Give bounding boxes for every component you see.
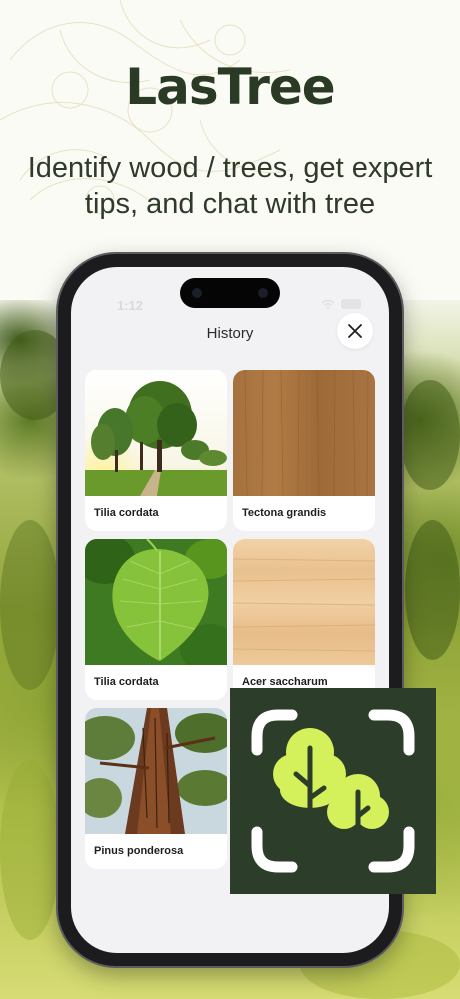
history-card-label: Acer saccharum [242,676,328,688]
foliage-shade [0,520,60,690]
app-logo-icon [230,688,436,894]
history-card[interactable]: Tilia cordata [85,539,227,700]
foliage-shade [400,380,460,490]
history-card-label: Tilia cordata [94,676,159,688]
light-wood-grain-image [233,539,375,665]
green-leaf-image [85,539,227,665]
pine-trunk-image [85,708,227,834]
tree-landscape-image [85,370,227,496]
history-card-label: Pinus ponderosa [94,845,184,857]
foliage-shade [405,520,460,660]
dynamic-island [180,278,280,308]
history-card-label: Tectona grandis [242,507,327,519]
close-button[interactable] [337,313,373,349]
camera-icon [258,288,268,298]
camera-icon [192,288,202,298]
history-card[interactable]: Acer saccharum [233,539,375,700]
status-icons [321,299,361,309]
dark-wood-grain-image [233,370,375,496]
history-card[interactable]: Pinus ponderosa [85,708,227,869]
wifi-icon [321,299,335,309]
history-card[interactable]: Tectona grandis [233,370,375,531]
app-title: LasTree [125,58,335,116]
foliage-shade [0,760,60,940]
history-card[interactable]: Tilia cordata [85,370,227,531]
history-card-label: Tilia cordata [94,507,159,519]
tagline: Identify wood / trees, get expert tips, … [27,152,433,220]
battery-icon [341,299,361,309]
status-time: 1:12 [117,298,144,313]
close-icon [348,324,362,338]
